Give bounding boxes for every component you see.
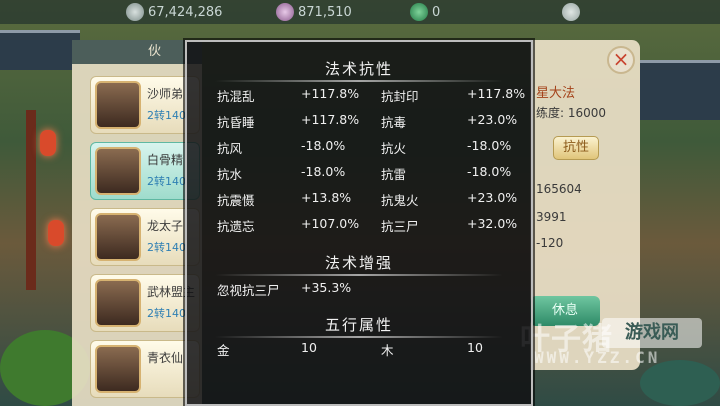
section-divider	[215, 274, 503, 276]
partner-portrait	[95, 279, 141, 327]
lantern-decoration	[40, 130, 56, 156]
partner-level: 2转140	[147, 241, 186, 254]
silver-amount: 67,424,286	[148, 4, 223, 20]
resist-button[interactable]: 抗性	[553, 136, 599, 160]
resist-name: 抗火	[381, 141, 407, 156]
resist-value: +32.0%	[467, 216, 518, 231]
lantern-decoration	[48, 220, 64, 246]
storage-icon	[276, 3, 294, 21]
resist-row: 抗震慑 +13.8% 抗鬼火 +23.0%	[187, 190, 531, 210]
roof-decoration	[640, 60, 720, 120]
resist-value: +23.0%	[467, 190, 518, 205]
element-name: 金	[217, 343, 230, 358]
resist-name: 抗鬼火	[381, 193, 419, 208]
boost-name: 忽视抗三尸	[217, 283, 280, 298]
silver-coin-icon	[126, 3, 144, 21]
partner-item[interactable]: 武林盟主 2转140	[90, 274, 200, 332]
resist-value: -18.0%	[301, 164, 346, 179]
roof-decoration	[0, 30, 80, 70]
partner-portrait	[95, 213, 141, 261]
element-section-title: 五行属性	[324, 316, 393, 334]
resist-name: 抗昏睡	[217, 115, 255, 130]
partner-name: 龙太子	[147, 219, 184, 233]
partner-portrait	[95, 147, 141, 195]
storage-resource: 871,510	[276, 2, 352, 22]
jade-amount: 0	[432, 4, 441, 20]
menu-icon[interactable]	[562, 3, 580, 21]
stat-value: 3991	[536, 210, 567, 224]
resist-name: 抗遗忘	[217, 219, 255, 234]
partner-item[interactable]: 白骨精 2转140	[90, 142, 200, 200]
resistance-tooltip: 法术抗性 抗混乱 +117.8% 抗封印 +117.8% 抗昏睡 +117.8%…	[185, 40, 533, 406]
close-icon[interactable]: ×	[613, 47, 630, 71]
element-row: 金 10 木 10	[187, 340, 531, 360]
partner-level: 2转140	[147, 175, 186, 188]
resist-name: 抗封印	[381, 89, 419, 104]
resist-name: 抗混乱	[217, 89, 255, 104]
watermark-url: WWW.YZZ.CN	[534, 348, 661, 367]
jade-resource: 0	[410, 2, 440, 22]
watermark-badge: 游戏网	[602, 318, 702, 348]
resist-section-title: 法术抗性	[324, 60, 393, 78]
boost-value: +35.3%	[301, 280, 352, 295]
resist-name: 抗震慑	[217, 193, 255, 208]
silver-resource: 67,424,286	[126, 2, 222, 22]
resist-name: 抗风	[217, 141, 243, 156]
partner-level: 2转140	[147, 307, 186, 320]
boost-section-title: 法术增强	[324, 254, 393, 272]
storage-amount: 871,510	[298, 4, 352, 20]
resist-value: +23.0%	[467, 112, 518, 127]
partner-name: 白骨精	[147, 153, 184, 167]
partner-level: 2转140	[147, 109, 186, 122]
boost-row: 忽视抗三尸 +35.3%	[187, 280, 531, 300]
stat-value: 165604	[536, 182, 582, 196]
pillar-decoration	[26, 110, 36, 290]
resist-value: +117.8%	[301, 112, 360, 127]
partner-panel-title: 伙	[72, 40, 202, 64]
skill-proficiency: 练度: 16000	[536, 106, 607, 120]
close-button[interactable]: ×	[607, 46, 635, 74]
resist-row: 抗遗忘 +107.0% 抗三尸 +32.0%	[187, 216, 531, 236]
partner-item[interactable]: 沙师弟 2转140	[90, 76, 200, 134]
skill-name: 星大法	[536, 86, 576, 101]
resist-row: 抗混乱 +117.8% 抗封印 +117.8%	[187, 86, 531, 106]
resist-value: +117.8%	[301, 86, 360, 101]
resist-row: 抗风 -18.0% 抗火 -18.0%	[187, 138, 531, 158]
resist-name: 抗水	[217, 167, 243, 182]
partner-item[interactable]: 青衣仙	[90, 340, 200, 398]
partner-name: 沙师弟	[147, 87, 184, 101]
resist-value: +117.8%	[467, 86, 526, 101]
element-value: 10	[301, 340, 317, 355]
partner-name: 青衣仙	[147, 351, 184, 365]
jade-icon	[410, 3, 428, 21]
stat-value: -120	[536, 236, 564, 250]
element-value: 10	[467, 340, 483, 355]
resist-row: 抗昏睡 +117.8% 抗毒 +23.0%	[187, 112, 531, 132]
partner-portrait	[95, 81, 141, 129]
section-divider	[215, 336, 503, 338]
resist-name: 抗三尸	[381, 219, 419, 234]
resource-bar: 67,424,286 871,510 0	[0, 0, 720, 24]
element-name: 木	[381, 343, 394, 358]
partner-item[interactable]: 龙太子 2转140	[90, 208, 200, 266]
section-divider	[215, 80, 503, 82]
resist-row: 抗水 -18.0% 抗雷 -18.0%	[187, 164, 531, 184]
resist-name: 抗毒	[381, 115, 407, 130]
resist-value: -18.0%	[467, 138, 512, 153]
partner-portrait	[95, 345, 141, 393]
resist-name: 抗雷	[381, 167, 407, 182]
resist-value: -18.0%	[301, 138, 346, 153]
resist-value: +13.8%	[301, 190, 352, 205]
resist-value: -18.0%	[467, 164, 512, 179]
menu-resource[interactable]	[562, 2, 584, 22]
resist-value: +107.0%	[301, 216, 360, 231]
